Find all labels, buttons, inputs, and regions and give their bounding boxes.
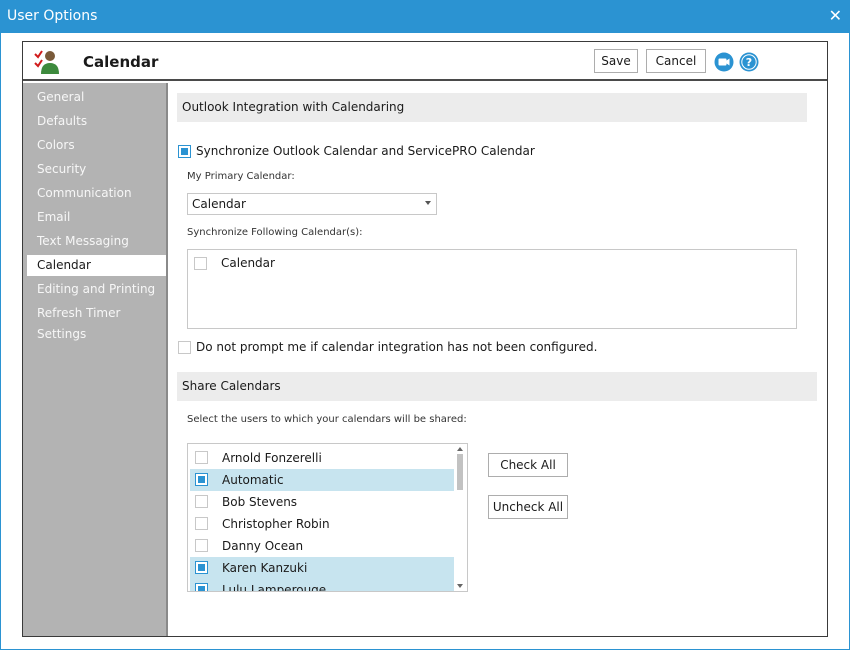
user-checkbox[interactable] [195,495,208,508]
user-calendar-icon [34,50,59,74]
user-checkbox[interactable] [195,517,208,530]
share-section-title: Share Calendars [182,379,281,393]
share-instruction: Select the users to which your calendars… [187,414,467,425]
close-icon[interactable]: ✕ [829,6,842,25]
user-name: Karen Kanzuki [222,561,308,575]
list-item[interactable]: Christopher Robin [190,513,454,535]
list-item[interactable]: Lulu Lamperouge [190,579,454,592]
scroll-thumb[interactable] [457,454,463,490]
sidebar: General Defaults Colors Security Communi… [23,83,168,636]
window-title: User Options [7,8,98,24]
sidebar-item-communication[interactable]: Communication [27,183,166,204]
sync-outlook-checkbox[interactable] [178,145,191,158]
following-calendar-label: Calendar [221,256,275,270]
user-checkbox[interactable] [195,583,208,591]
sidebar-item-editing-and-printing[interactable]: Editing and Printing [27,279,166,300]
sidebar-item-email[interactable]: Email [27,207,166,228]
following-calendars-list: Calendar [187,249,797,329]
list-scrollbar[interactable] [454,444,467,591]
user-checkbox[interactable] [195,539,208,552]
share-section-header: Share Calendars [177,372,817,401]
uncheck-all-button[interactable]: Uncheck All [488,495,568,519]
sidebar-item-colors[interactable]: Colors [27,135,166,156]
check-all-button[interactable]: Check All [488,453,568,477]
user-name: Automatic [222,473,284,487]
list-item[interactable]: Arnold Fonzerelli [190,447,454,469]
outlook-section-header: Outlook Integration with Calendaring [177,93,807,122]
user-name: Bob Stevens [222,495,298,509]
sidebar-item-text-messaging[interactable]: Text Messaging [27,231,166,252]
primary-calendar-value: Calendar [192,197,246,211]
svg-text:?: ? [746,56,752,69]
sidebar-item-defaults[interactable]: Defaults [27,111,166,132]
sidebar-item-general[interactable]: General [27,87,166,108]
sync-outlook-label: Synchronize Outlook Calendar and Service… [196,144,535,158]
list-item[interactable]: Danny Ocean [190,535,454,557]
chevron-down-icon [425,201,431,205]
primary-calendar-label: My Primary Calendar: [187,171,295,182]
list-item[interactable]: Automatic [190,469,454,491]
scroll-down-icon[interactable] [457,584,463,588]
video-icon[interactable] [714,52,734,72]
sidebar-item-refresh-timer-settings[interactable]: Refresh Timer Settings [27,303,166,341]
help-icon[interactable]: ? [739,52,759,72]
user-name: Danny Ocean [222,539,304,553]
dialog-header: Calendar Save Cancel ? [23,42,827,81]
following-calendars-label: Synchronize Following Calendar(s): [187,227,363,238]
following-calendar-checkbox[interactable] [194,257,207,270]
save-button[interactable]: Save [594,49,638,73]
page-title: Calendar [83,53,159,71]
no-prompt-label: Do not prompt me if calendar integration… [196,340,598,354]
outlook-section-title: Outlook Integration with Calendaring [182,100,405,114]
list-item[interactable]: Karen Kanzuki [190,557,454,579]
user-name: Arnold Fonzerelli [222,451,322,465]
no-prompt-checkbox[interactable] [178,341,191,354]
user-checkbox[interactable] [195,561,208,574]
user-name: Christopher Robin [222,517,330,531]
primary-calendar-select[interactable]: Calendar [187,193,437,215]
scroll-up-icon[interactable] [457,447,463,451]
user-checkbox[interactable] [195,473,208,486]
cancel-button[interactable]: Cancel [646,49,706,73]
window-titlebar: User Options ✕ [0,0,850,33]
options-dialog: Calendar Save Cancel ? General Defaults … [22,41,828,637]
sidebar-item-calendar[interactable]: Calendar [27,255,166,276]
list-item[interactable]: Bob Stevens [190,491,454,513]
user-name: Lulu Lamperouge [222,583,327,592]
user-checkbox[interactable] [195,451,208,464]
sidebar-item-security[interactable]: Security [27,159,166,180]
share-users-list: Arnold Fonzerelli Automatic Bob Stevens … [187,443,468,592]
